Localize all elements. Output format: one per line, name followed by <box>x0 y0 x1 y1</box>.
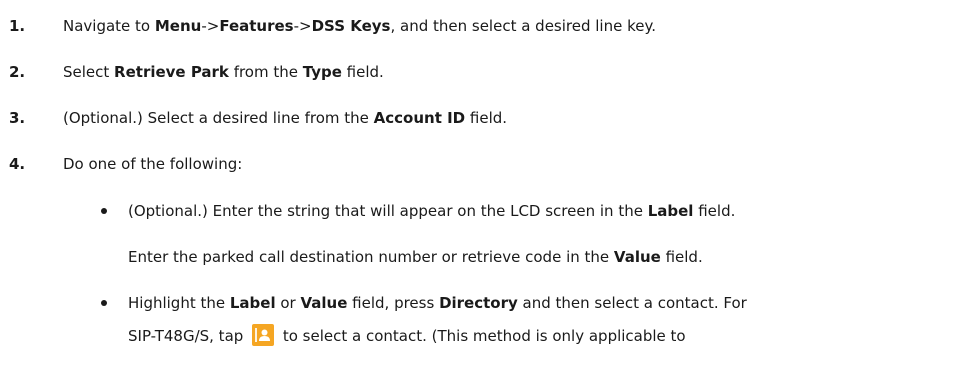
option-2-continuation: SIP-T48G/S, tap to select a contact. (Th… <box>128 323 686 347</box>
label-term: Label <box>229 294 276 312</box>
option-text: (Optional.) Enter the string that will a… <box>128 202 736 220</box>
type-term: Type <box>302 63 342 81</box>
step-number: 4. <box>9 155 26 173</box>
features-term: Features <box>219 17 294 35</box>
option-1-continuation: Enter the parked call destination number… <box>128 248 703 266</box>
value-term: Value <box>613 248 661 266</box>
directory-contact-icon <box>252 323 275 346</box>
label-term: Label <box>647 202 694 220</box>
menu-term: Menu <box>154 17 202 35</box>
step-number: 1. <box>9 17 26 35</box>
step-text: Select Retrieve Park from the Type field… <box>63 63 384 81</box>
account-id-term: Account ID <box>373 109 466 127</box>
value-term: Value <box>300 294 348 312</box>
directory-term: Directory <box>439 294 518 312</box>
step-text: (Optional.) Select a desired line from t… <box>63 109 508 127</box>
bullet-icon <box>101 300 107 306</box>
bullet-icon <box>101 208 107 214</box>
dss-keys-term: DSS Keys <box>311 17 391 35</box>
step-number: 3. <box>9 109 26 127</box>
retrieve-park-term: Retrieve Park <box>114 63 229 81</box>
option-text: Highlight the Label or Value field, pres… <box>128 294 747 312</box>
document-page: 1. Navigate to Menu->Features->DSS Keys,… <box>0 0 976 379</box>
step-text: Do one of the following: <box>63 155 243 173</box>
step-number: 2. <box>9 63 26 81</box>
step-text: Navigate to Menu->Features->DSS Keys, an… <box>63 17 656 35</box>
